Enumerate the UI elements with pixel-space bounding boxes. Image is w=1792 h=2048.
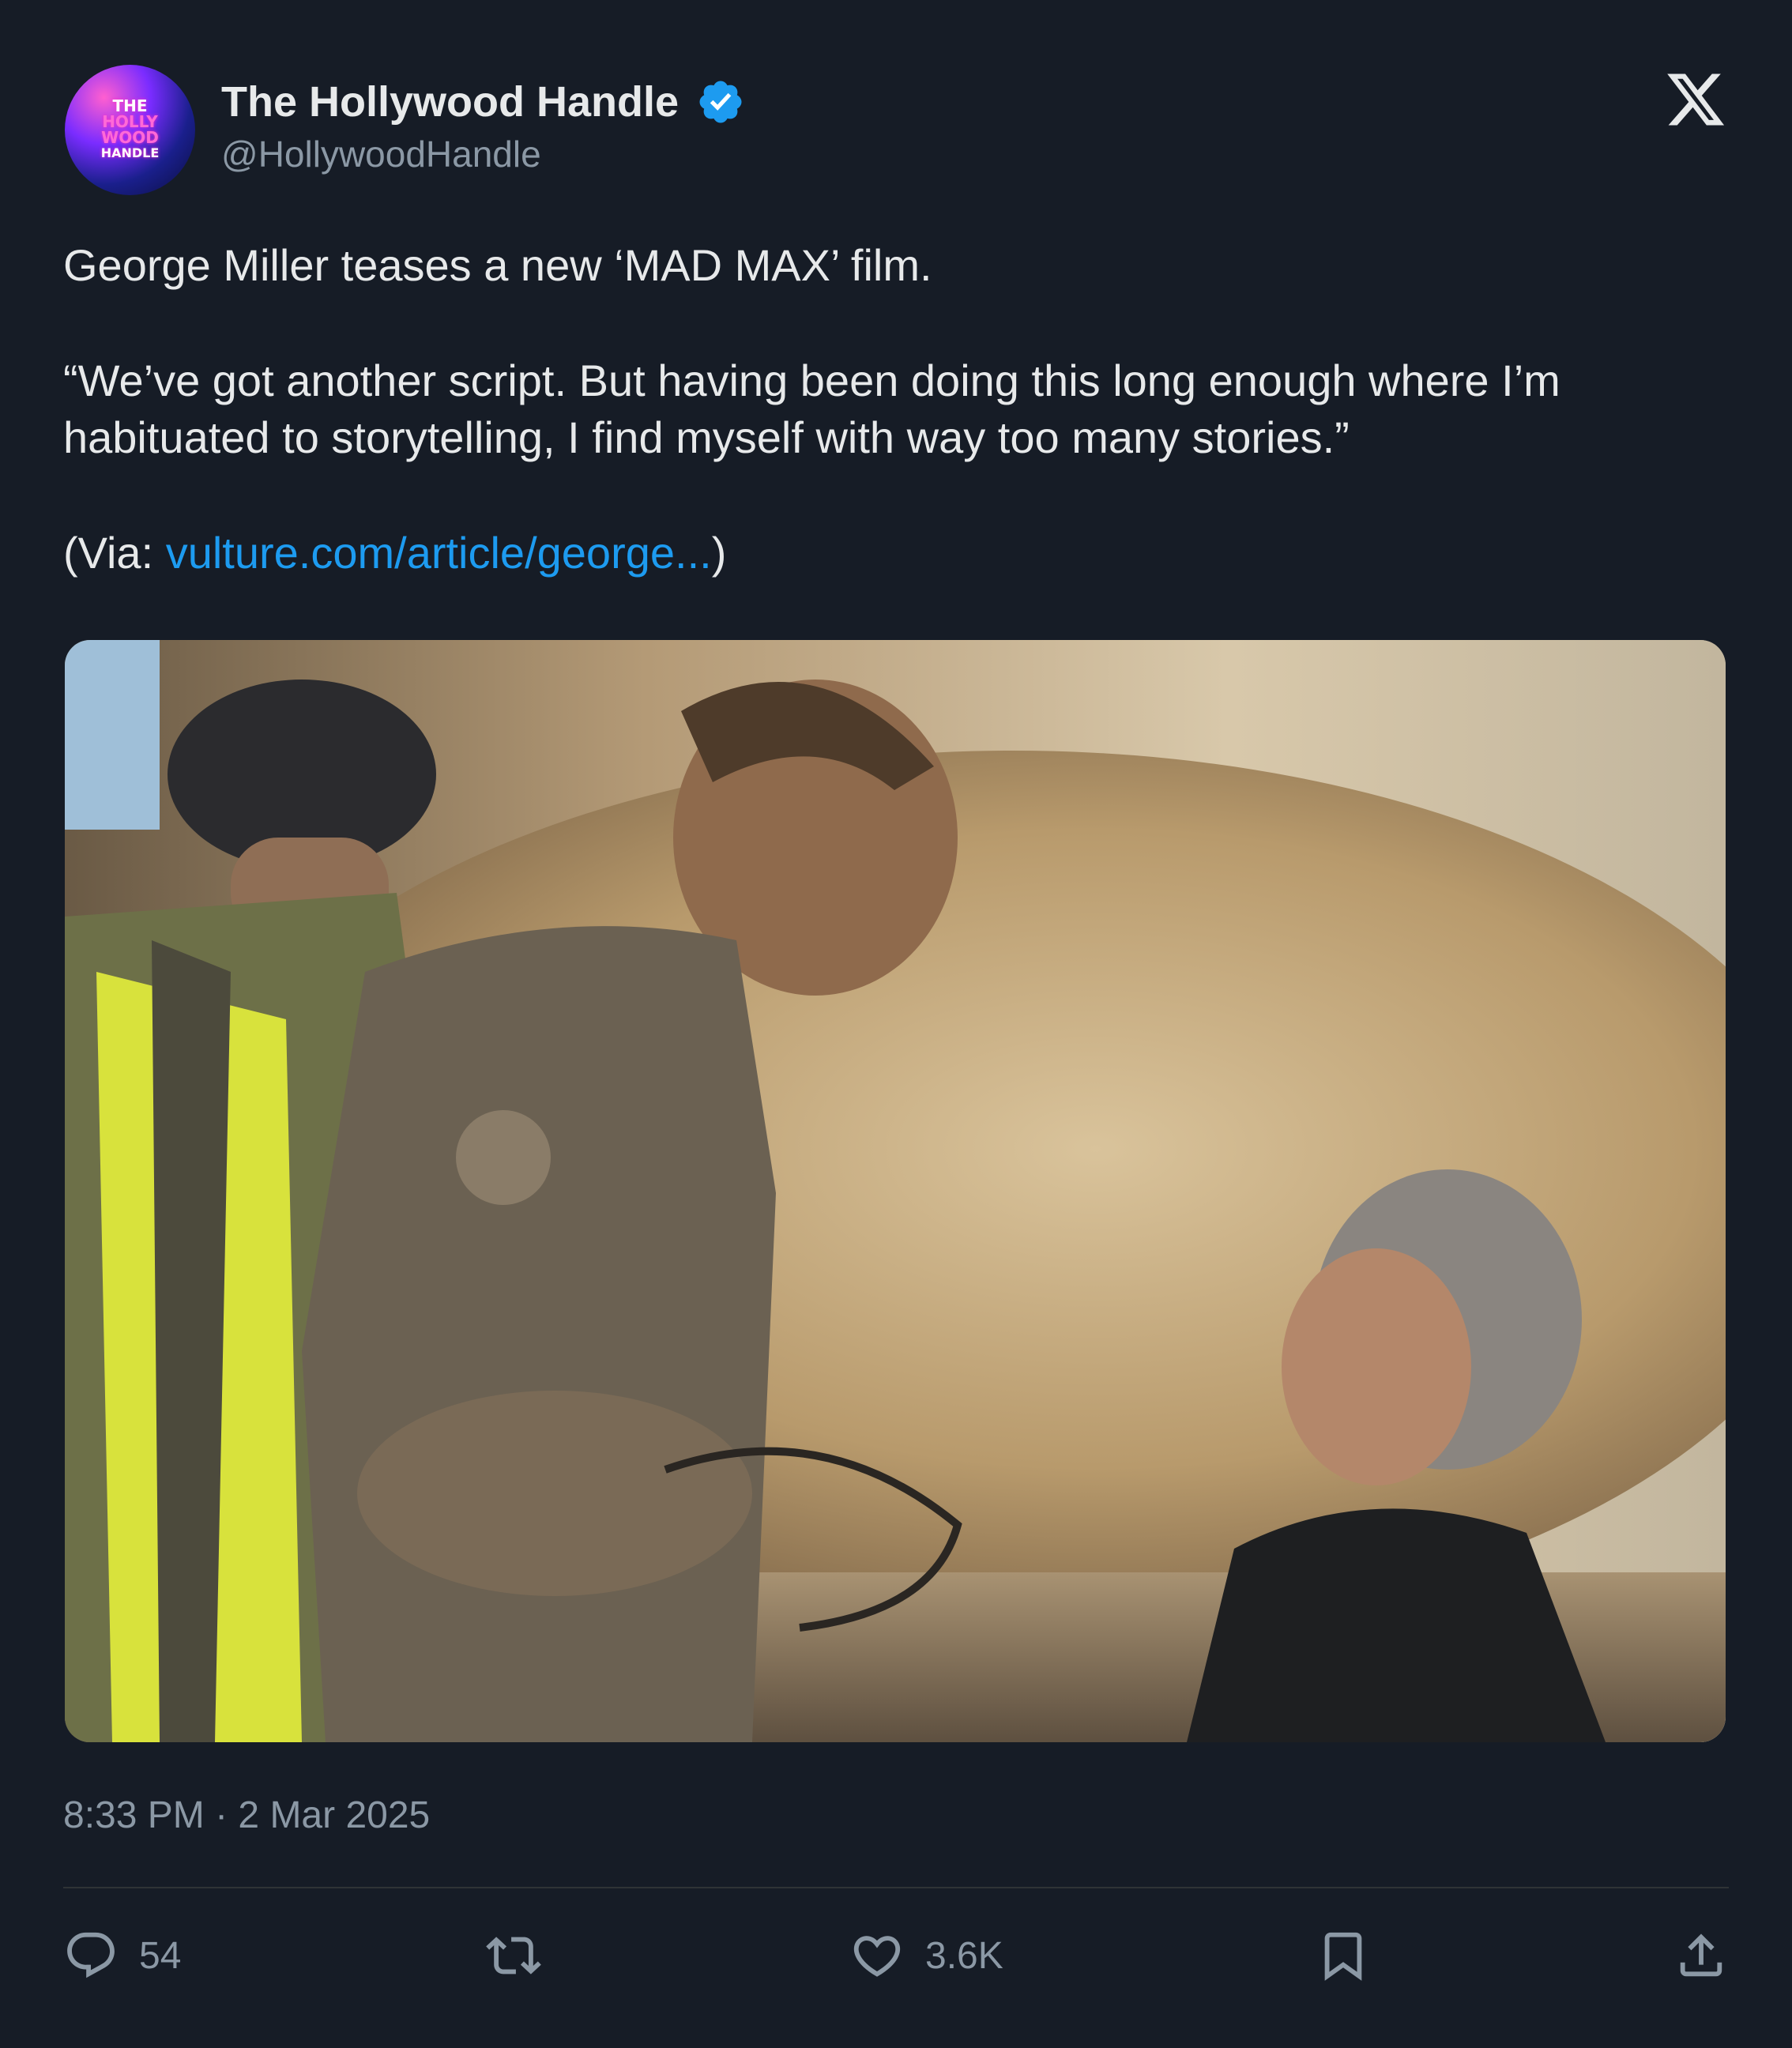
tweet-quote: “We’ve got another script. But having be… [63, 356, 1560, 462]
tweet-actions: 54 3.6K [63, 1920, 1729, 1991]
tweet-header: THE HOLLY WOOD HANDLE The Hollywood Hand… [65, 65, 1727, 195]
repost-icon [486, 1937, 541, 1975]
tweet-text: George Miller teases a new ‘MAD MAX’ fil… [63, 237, 1730, 582]
author-display-name[interactable]: The Hollywood Handle [221, 77, 679, 126]
divider [63, 1887, 1729, 1888]
share-icon [1680, 1933, 1722, 1977]
tweet-photo[interactable] [65, 640, 1726, 1742]
bookmark-icon [1324, 1932, 1362, 1981]
source-link[interactable]: vulture.com/article/george... [166, 528, 712, 578]
film-set-photo [65, 640, 1726, 1742]
reply-count: 54 [139, 1934, 182, 1977]
heart-icon [853, 1936, 901, 1977]
verified-badge-icon [700, 81, 742, 123]
author-name-row: The Hollywood Handle [221, 77, 745, 126]
x-logo-icon[interactable] [1664, 68, 1727, 131]
tweet-text-line: George Miller teases a new ‘MAD MAX’ fil… [63, 240, 932, 290]
avatar-logo-text: THE HOLLY WOOD HANDLE [100, 96, 160, 160]
tweet-source: (Via: vulture.com/article/george...) [63, 528, 727, 578]
repost-button[interactable] [486, 1920, 562, 1991]
reply-button[interactable]: 54 [63, 1920, 181, 1991]
avatar[interactable]: THE HOLLY WOOD HANDLE [65, 65, 195, 195]
reply-icon [67, 1932, 115, 1978]
bookmark-button[interactable] [1316, 1920, 1371, 1991]
author-handle[interactable]: @HollywoodHandle [221, 133, 541, 175]
tweet-card: THE HOLLY WOOD HANDLE The Hollywood Hand… [0, 0, 1792, 2048]
tweet-timestamp[interactable]: 8:33 PM · 2 Mar 2025 [63, 1794, 430, 1837]
like-count: 3.6K [925, 1934, 1003, 1977]
share-button[interactable] [1673, 1920, 1729, 1991]
like-button[interactable]: 3.6K [849, 1920, 1003, 1991]
